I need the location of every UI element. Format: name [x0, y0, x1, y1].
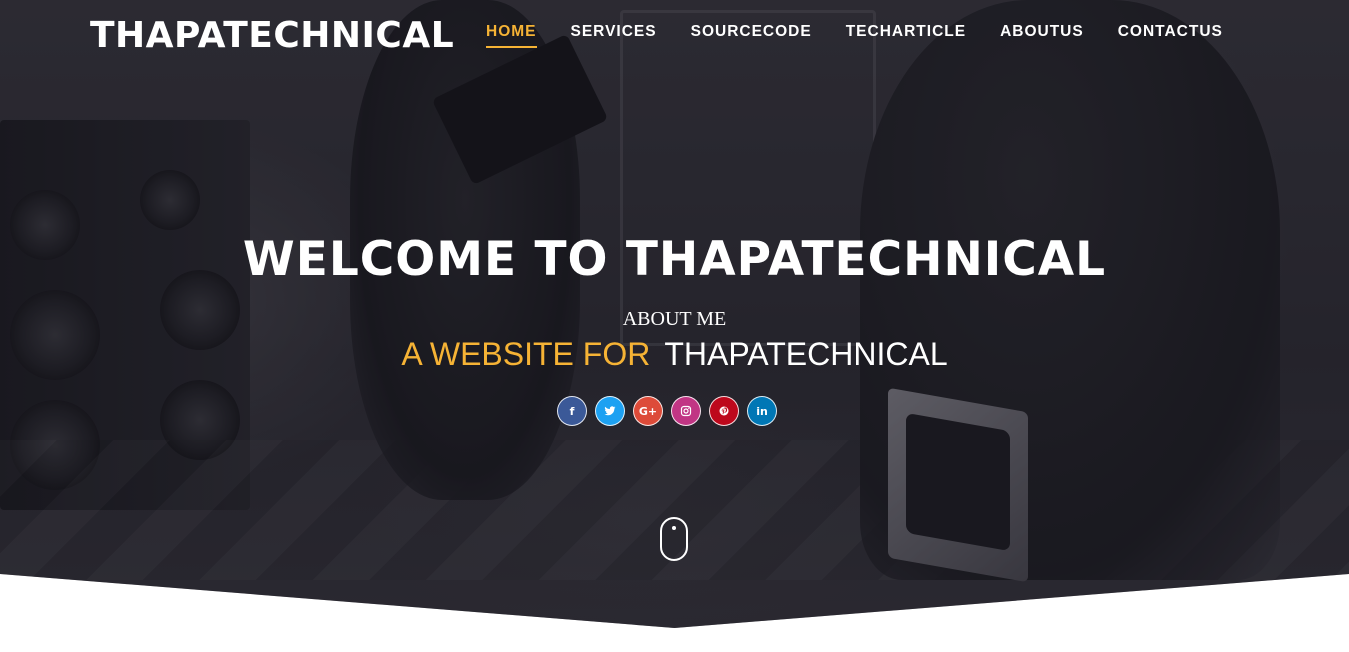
facebook-icon[interactable]: f [557, 396, 587, 426]
nav-link-aboutus[interactable]: ABOUTUS [1000, 22, 1084, 46]
top-navigation: THAPATECHNICAL HOME SERVICES SOURCECODE … [0, 0, 1349, 64]
hero-headline: WELCOME TO THAPATECHNICAL [242, 232, 1107, 287]
instagram-icon[interactable] [671, 396, 701, 426]
nav-link-home[interactable]: HOME [486, 22, 537, 48]
hero-tagline: A WEBSITE FOR THAPATECHNICAL [0, 334, 1349, 374]
brand-logo[interactable]: THAPATECHNICAL [90, 14, 454, 58]
mouse-scroll-icon[interactable] [660, 517, 688, 561]
tagline-accent: A WEBSITE FOR [401, 336, 651, 372]
tagline-plain: THAPATECHNICAL [664, 336, 948, 372]
nav-link-techarticle[interactable]: TECHARTICLE [846, 22, 966, 46]
twitter-icon[interactable] [595, 396, 625, 426]
linkedin-icon[interactable]: in [747, 396, 777, 426]
nav-link-sourcecode[interactable]: SOURCECODE [691, 22, 812, 46]
pinterest-icon[interactable] [709, 396, 739, 426]
nav-link-contactus[interactable]: CONTACTUS [1118, 22, 1223, 46]
social-links: f G+ in [557, 396, 777, 426]
main-menu: HOME SERVICES SOURCECODE TECHARTICLE ABO… [486, 22, 1257, 48]
hero-subheading: ABOUT ME [622, 308, 727, 330]
google-plus-icon[interactable]: G+ [633, 396, 663, 426]
nav-link-services[interactable]: SERVICES [571, 22, 657, 46]
mouse-wheel-dot [672, 526, 676, 530]
